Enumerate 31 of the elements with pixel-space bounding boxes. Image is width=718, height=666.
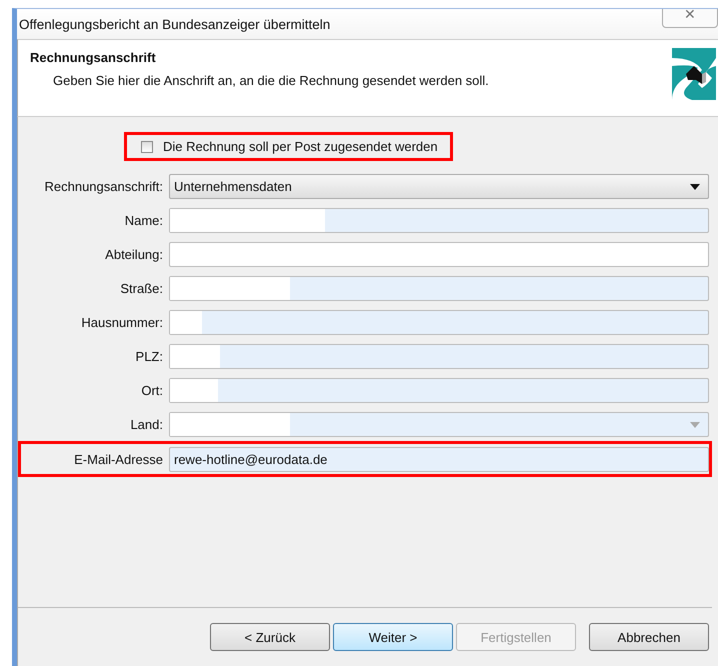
- field-label: Straße:: [119, 280, 164, 296]
- field-label: Ort:: [140, 382, 164, 398]
- input-field[interactable]: [169, 310, 709, 334]
- caret-icon: [690, 184, 700, 190]
- close-button[interactable]: ✕: [662, 9, 718, 28]
- page-title: Rechnungsanschrift: [30, 50, 157, 65]
- input-field[interactable]: [169, 276, 709, 300]
- input-field[interactable]: rewe-hotline@eurodata.de: [169, 446, 709, 472]
- input-field[interactable]: [169, 208, 709, 232]
- input-field[interactable]: [169, 378, 709, 402]
- wizard-button[interactable]: Weiter >: [333, 623, 453, 651]
- input-field[interactable]: [169, 242, 709, 266]
- redaction-mark: [170, 344, 220, 368]
- wizard-button[interactable]: Abbrechen: [589, 623, 709, 651]
- redaction-mark: [170, 378, 218, 402]
- dropdown-field[interactable]: [169, 412, 709, 436]
- post-checkbox[interactable]: Die Rechnung soll per Post zugesendet werden: [141, 139, 438, 154]
- field-label: Name:: [124, 212, 164, 228]
- redaction-mark: [170, 310, 202, 334]
- caret-icon: [690, 422, 700, 428]
- field-label: PLZ:: [134, 348, 164, 364]
- field-label: Hausnummer:: [80, 314, 164, 330]
- field-label: Abteilung:: [104, 246, 164, 262]
- field-label: E-Mail-Adresse: [73, 452, 164, 466]
- input-field[interactable]: [169, 344, 709, 368]
- field-label: Land:: [129, 416, 164, 432]
- dropdown-field[interactable]: Unternehmensdaten: [169, 174, 709, 198]
- window-title: Offenlegungsbericht an Bundesanzeiger übermitteln: [19, 16, 330, 32]
- wizard-button[interactable]: < Zurück: [210, 623, 330, 651]
- field-label: Rechnungsanschrift:: [43, 178, 164, 194]
- page-description: Geben Sie hier die Anschrift an, an die die Rechnung gesendet werden soll.: [53, 73, 489, 88]
